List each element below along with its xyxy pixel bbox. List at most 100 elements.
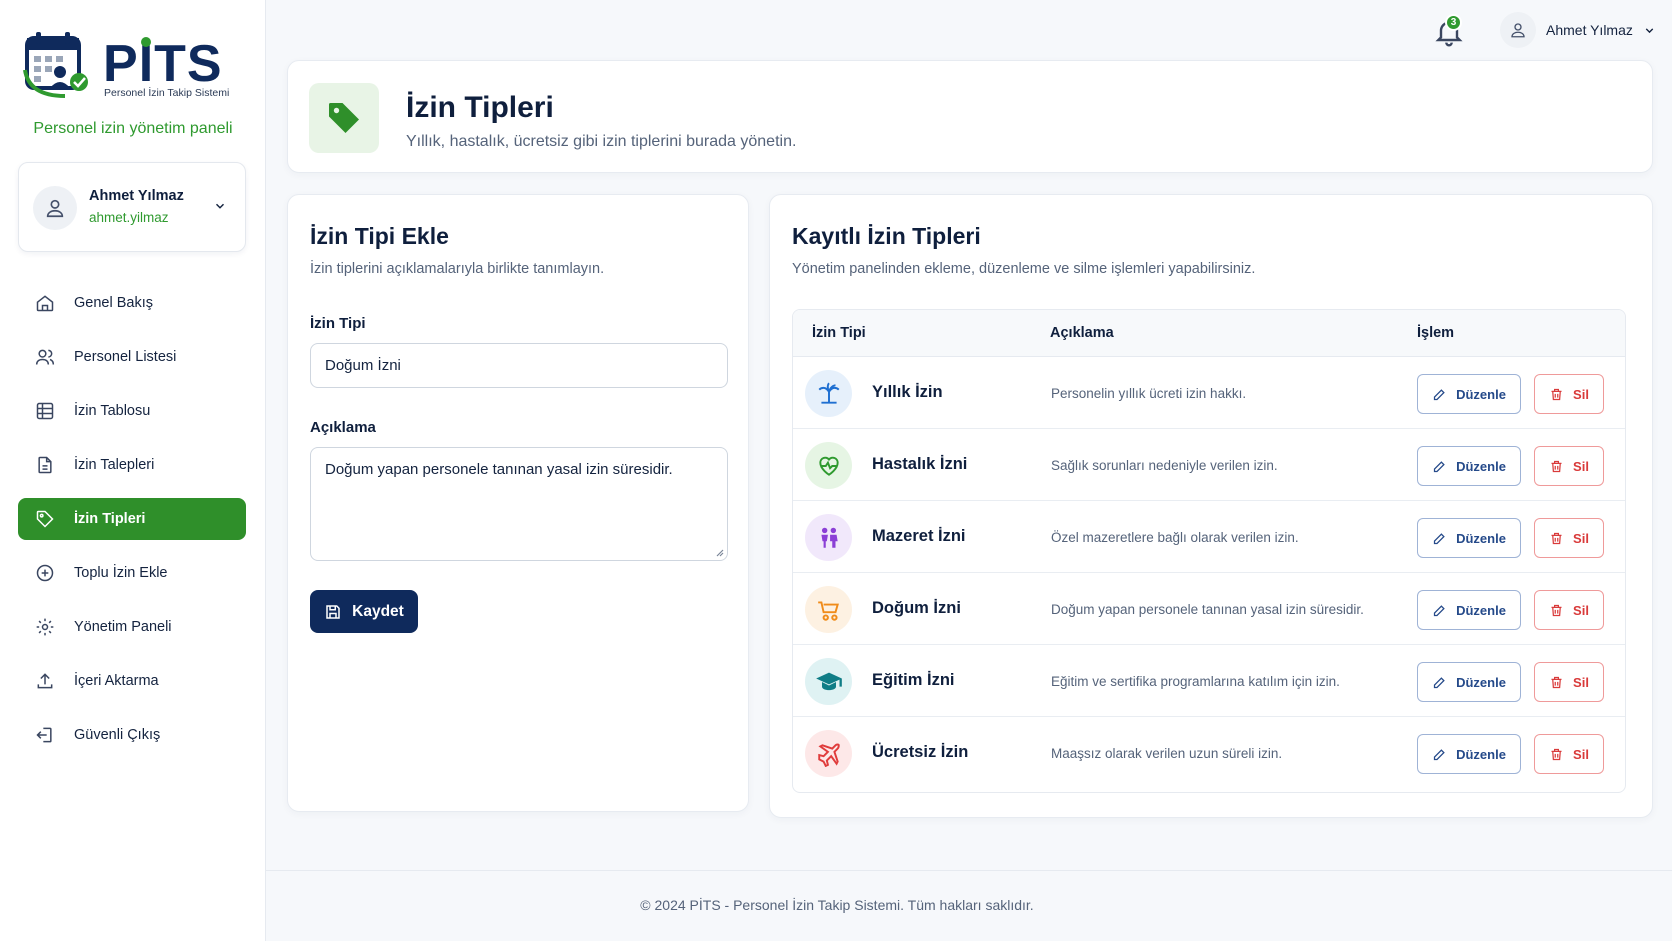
description-textarea[interactable]: Doğum yapan personele tanınan yasal izin… xyxy=(310,447,728,561)
delete-button[interactable]: Sil xyxy=(1534,518,1604,558)
edit-button-label: Düzenle xyxy=(1456,458,1506,474)
pencil-icon xyxy=(1433,604,1445,616)
delete-button-label: Sil xyxy=(1573,674,1589,690)
pencil-icon xyxy=(1433,388,1445,400)
delete-button[interactable]: Sil xyxy=(1534,662,1604,702)
table-row: Hastalık İzni Sağlık sorunları nedeniyle… xyxy=(793,429,1625,501)
delete-button[interactable]: Sil xyxy=(1534,374,1604,414)
edit-button-label: Düzenle xyxy=(1456,386,1506,402)
edit-button-label: Düzenle xyxy=(1456,746,1506,762)
type-name: Doğum İzni xyxy=(872,599,961,617)
users-icon xyxy=(34,346,56,368)
list-subtitle: Yönetim panelinden ekleme, düzenleme ve … xyxy=(792,261,1256,277)
form-title: İzin Tipi Ekle xyxy=(310,223,449,249)
edit-button[interactable]: Düzenle xyxy=(1417,734,1521,774)
edit-button[interactable]: Düzenle xyxy=(1417,662,1521,702)
trash-icon xyxy=(1551,604,1562,616)
sidebar-item-personel-listesi[interactable]: Personel Listesi xyxy=(18,336,246,378)
delete-button-label: Sil xyxy=(1573,746,1589,762)
logo[interactable]: PITS Personel İzin Takip Sistemi xyxy=(22,30,252,105)
heart-pulse-icon xyxy=(818,456,839,476)
table-row: Ücretsiz İzin Maaşsız olarak verilen uzu… xyxy=(793,717,1625,789)
add-leave-type-card: İzin Tipi Ekle İzin tiplerini açıklamala… xyxy=(287,194,749,812)
edit-button[interactable]: Düzenle xyxy=(1417,374,1521,414)
trash-icon xyxy=(1551,532,1562,544)
brand-subtitle: Personel İzin Takip Sistemi xyxy=(104,87,230,99)
avatar xyxy=(1500,12,1536,48)
save-button[interactable]: Kaydet xyxy=(310,590,418,633)
footer-divider xyxy=(266,870,1672,871)
home-icon xyxy=(34,292,56,314)
plus-circle-icon xyxy=(34,562,56,584)
edit-button-label: Düzenle xyxy=(1456,602,1506,618)
top-user-menu[interactable]: Ahmet Yılmaz xyxy=(1500,12,1656,48)
column-header-action: İşlem xyxy=(1417,325,1455,341)
type-name: Mazeret İzni xyxy=(872,527,966,545)
sidebar-item-yonetim-paneli[interactable]: Yönetim Paneli xyxy=(18,606,246,648)
delete-button-label: Sil xyxy=(1573,530,1589,546)
sidebar-item-izin-tipleri[interactable]: İzin Tipleri xyxy=(18,498,246,540)
delete-button[interactable]: Sil xyxy=(1534,734,1604,774)
stroller-icon xyxy=(817,600,839,621)
column-header-type: İzin Tipi xyxy=(812,325,866,341)
type-description: Özel mazeretlere bağlı olarak verilen iz… xyxy=(1051,530,1299,545)
trash-icon xyxy=(1551,460,1562,472)
sidebar-item-label: Yönetim Paneli xyxy=(74,619,172,635)
sidebar-item-guvenli-cikis[interactable]: Güvenli Çıkış xyxy=(18,714,246,756)
table-header: İzin Tipi Açıklama İşlem xyxy=(793,310,1625,357)
user-card[interactable]: Ahmet Yılmaz ahmet.yilmaz xyxy=(18,162,246,252)
tag-icon xyxy=(34,508,56,530)
avatar xyxy=(33,186,77,230)
delete-button[interactable]: Sil xyxy=(1534,590,1604,630)
notification-badge: 3 xyxy=(1445,14,1462,31)
sidebar-item-label: İçeri Aktarma xyxy=(74,673,159,689)
sidebar-tagline: Personel izin yönetim paneli xyxy=(33,120,233,137)
calendar-logo-icon xyxy=(23,32,88,98)
type-name: Eğitim İzni xyxy=(872,671,955,689)
page-subtitle: Yıllık, hastalık, ücretsiz gibi izin tip… xyxy=(406,133,797,150)
chevron-down-icon[interactable] xyxy=(213,199,227,213)
trash-icon xyxy=(1551,748,1562,760)
edit-button[interactable]: Düzenle xyxy=(1417,518,1521,558)
type-input[interactable]: Doğum İzni xyxy=(310,343,728,388)
sidebar-item-label: İzin Tablosu xyxy=(74,403,151,419)
type-description: Sağlık sorunları nedeniyle verilen izin. xyxy=(1051,458,1278,473)
header-icon-box xyxy=(309,83,379,153)
leave-types-table: İzin Tipi Açıklama İşlem Yıllık İzin Per… xyxy=(792,309,1626,793)
upload-icon xyxy=(34,670,56,692)
pencil-icon xyxy=(1433,460,1445,472)
sidebar-item-label: İzin Talepleri xyxy=(74,457,155,473)
user-icon xyxy=(1511,23,1525,38)
edit-button[interactable]: Düzenle xyxy=(1417,590,1521,630)
delete-button-label: Sil xyxy=(1573,602,1589,618)
type-name: Yıllık İzin xyxy=(872,383,943,401)
trash-icon xyxy=(1551,676,1562,688)
gear-icon xyxy=(34,616,56,638)
sidebar-item-iceri-aktarma[interactable]: İçeri Aktarma xyxy=(18,660,246,702)
sidebar-item-izin-talepleri[interactable]: İzin Talepleri xyxy=(18,444,246,486)
edit-button-label: Düzenle xyxy=(1456,530,1506,546)
sidebar-item-label: İzin Tipleri xyxy=(74,511,146,527)
sidebar-item-label: Personel Listesi xyxy=(74,349,177,365)
sidebar-nav: Genel Bakış Personel Listesi İzin Tablos… xyxy=(18,282,246,768)
trash-icon xyxy=(1551,388,1562,400)
type-icon-badge xyxy=(805,514,852,561)
palm-tree-icon xyxy=(818,381,839,404)
sidebar-item-toplu-izin-ekle[interactable]: Toplu İzin Ekle xyxy=(18,552,246,594)
delete-button[interactable]: Sil xyxy=(1534,446,1604,486)
sidebar-item-genel-bakis[interactable]: Genel Bakış xyxy=(18,282,246,324)
footer-text: © 2024 PİTS - Personel İzin Takip Sistem… xyxy=(640,897,1034,913)
sidebar-item-izin-tablosu[interactable]: İzin Tablosu xyxy=(18,390,246,432)
type-name: Hastalık İzni xyxy=(872,455,968,473)
pencil-icon xyxy=(1433,532,1445,544)
user-name: Ahmet Yılmaz xyxy=(89,188,184,204)
sidebar-item-label: Toplu İzin Ekle xyxy=(74,565,168,581)
resize-grip-icon[interactable] xyxy=(714,547,724,557)
page-header-card: İzin Tipleri Yıllık, hastalık, ücretsiz … xyxy=(287,60,1653,173)
chevron-down-icon xyxy=(1645,27,1654,33)
user-handle: ahmet.yilmaz xyxy=(89,210,169,225)
column-header-description: Açıklama xyxy=(1050,325,1114,341)
description-label: Açıklama xyxy=(310,419,376,436)
table-icon xyxy=(34,400,56,422)
edit-button[interactable]: Düzenle xyxy=(1417,446,1521,486)
